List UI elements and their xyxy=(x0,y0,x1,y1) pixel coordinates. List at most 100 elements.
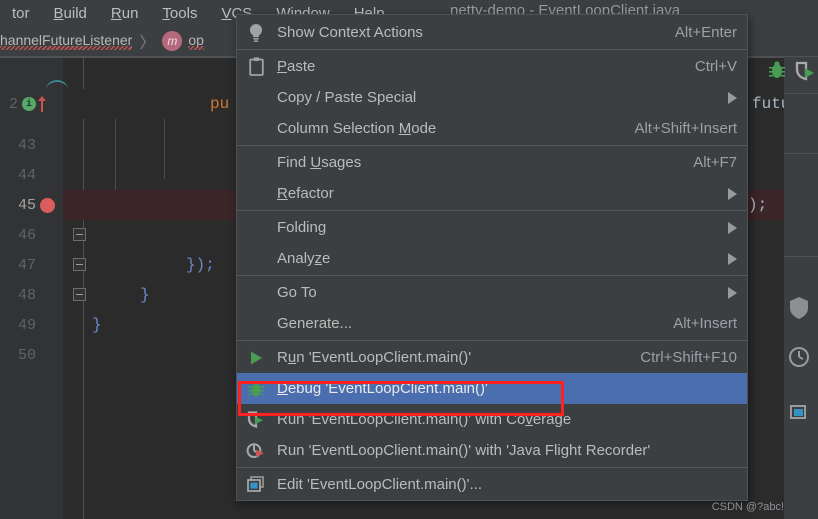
code-line-45-tail: ); xyxy=(748,196,768,214)
menu-label-column-selection-mode: Column Selection Mode xyxy=(277,120,437,137)
line-number-47: 47 xyxy=(17,256,36,274)
line-number-44: 44 xyxy=(17,166,36,184)
menu-run-with-coverage[interactable]: Run 'EventLoopClient.main()' with Covera… xyxy=(237,404,747,435)
no-icon-placeholder xyxy=(243,87,269,109)
menu-column-selection-mode[interactable]: Column Selection Mode Alt+Shift+Insert xyxy=(237,113,747,144)
menu-label-go-to: Go To xyxy=(277,284,317,301)
menu-item-tor[interactable]: tor xyxy=(0,5,42,22)
rail-edit-config-icon[interactable] xyxy=(788,401,814,427)
profiler-icon xyxy=(243,440,269,462)
gutter-line-43: 43 xyxy=(0,130,63,160)
chevron-right-icon-4 xyxy=(728,252,737,265)
menu-show-context-actions[interactable]: Show Context Actions Alt+Enter xyxy=(237,17,747,48)
no-icon-placeholder-2 xyxy=(243,118,269,140)
breadcrumb-method[interactable]: op xyxy=(188,32,204,50)
menu-edit-configuration[interactable]: Edit 'EventLoopClient.main()'... xyxy=(237,469,747,500)
code-header-line-number: 2 xyxy=(8,95,18,113)
rail-debug-icon[interactable] xyxy=(768,60,794,86)
menu-item-tools[interactable]: Tools xyxy=(150,5,209,22)
fold-marker-47-icon[interactable] xyxy=(73,258,86,271)
fold-marker-46-icon[interactable] xyxy=(73,228,86,241)
menu-folding[interactable]: Folding xyxy=(237,212,747,243)
gutter-line-44: 44 xyxy=(0,160,63,190)
code-line-47: }); xyxy=(186,256,215,274)
line-number-50: 50 xyxy=(17,346,36,364)
menu-label-folding: Folding xyxy=(277,219,327,236)
breadcrumb-class[interactable]: hannelFutureListener xyxy=(0,32,133,50)
rail-profiler-icon[interactable] xyxy=(788,346,814,372)
menu-label-edit-configuration: Edit 'EventLoopClient.main()'... xyxy=(277,476,482,493)
code-keyword-fragment: pu xyxy=(210,95,230,113)
indent-guide-2 xyxy=(164,119,165,179)
menu-label-copy-paste-special: Copy / Paste Special xyxy=(277,89,417,106)
gutter-line-47: 47 xyxy=(0,250,63,280)
clipboard-icon xyxy=(243,56,269,78)
spellcheck-squiggle-2 xyxy=(188,46,204,50)
menu-shortcut-paste: Ctrl+V xyxy=(694,58,737,75)
menu-label-generate: Generate... xyxy=(277,315,353,332)
spellcheck-squiggle xyxy=(0,46,133,50)
menu-generate[interactable]: Generate... Alt+Insert xyxy=(237,308,747,339)
breakpoint-icon[interactable] xyxy=(40,198,55,213)
menu-find-usages[interactable]: Find Usages Alt+F7 xyxy=(237,147,747,178)
menu-label-show-context-actions: Show Context Actions xyxy=(277,24,423,41)
lightbulb-icon xyxy=(243,22,269,44)
menu-copy-paste-special[interactable]: Copy / Paste Special xyxy=(237,82,747,113)
menu-label-analyze: Analyze xyxy=(277,250,331,267)
line-number-46: 46 xyxy=(17,226,36,244)
menu-paste[interactable]: Paste Ctrl+V xyxy=(237,51,747,82)
chevron-right-icon-5 xyxy=(728,286,737,299)
menu-shortcut-run-main: Ctrl+Shift+F10 xyxy=(640,349,737,366)
menu-separator-3 xyxy=(237,210,747,211)
menu-label-find-usages: Find Usages xyxy=(277,154,362,171)
rail-shield-icon[interactable] xyxy=(788,296,814,322)
gutter-line-48: 48 xyxy=(0,280,63,310)
gutter-line-49: 49 xyxy=(0,310,63,340)
rail-coverage-icon[interactable] xyxy=(794,61,818,87)
no-icon-placeholder-4 xyxy=(243,183,269,205)
no-icon-placeholder-5 xyxy=(243,217,269,239)
coverage-icon xyxy=(243,409,269,431)
menu-label-run-with-coverage: Run 'EventLoopClient.main()' with Covera… xyxy=(277,411,572,428)
line-number-43: 43 xyxy=(17,136,36,154)
breadcrumb-separator-icon: 〉 xyxy=(139,35,156,52)
gutter-line-50: 50 xyxy=(0,340,63,370)
code-line-49: } xyxy=(92,316,102,334)
chevron-right-icon-3 xyxy=(728,221,737,234)
no-icon-placeholder-6 xyxy=(243,248,269,270)
fold-marker-48-icon[interactable] xyxy=(73,288,86,301)
no-icon-placeholder-7 xyxy=(243,282,269,304)
menu-debug-main[interactable]: Debug 'EventLoopClient.main()' xyxy=(237,373,747,404)
menu-refactor[interactable]: Refactor xyxy=(237,178,747,209)
menu-item-build[interactable]: Build xyxy=(42,5,99,22)
menu-run-main[interactable]: Run 'EventLoopClient.main()' Ctrl+Shift+… xyxy=(237,342,747,373)
line-number-49: 49 xyxy=(17,316,36,334)
menu-label-paste: Paste xyxy=(277,58,316,75)
menu-separator-4 xyxy=(237,275,747,276)
no-icon-placeholder-8 xyxy=(243,313,269,335)
menu-separator-6 xyxy=(237,467,747,468)
method-icon: m xyxy=(162,31,183,51)
menu-analyze[interactable]: Analyze xyxy=(237,243,747,274)
up-arrow-icon xyxy=(37,96,47,112)
menu-go-to[interactable]: Go To xyxy=(237,277,747,308)
code-line-48: } xyxy=(140,286,150,304)
run-icon xyxy=(243,347,269,369)
menu-label-run-with-jfr: Run 'EventLoopClient.main()' with 'Java … xyxy=(277,442,651,459)
chevron-right-icon xyxy=(728,91,737,104)
no-icon-placeholder-3 xyxy=(243,152,269,174)
menu-shortcut-show-context-actions: Alt+Enter xyxy=(674,24,737,41)
run-gutter-icon[interactable]: i xyxy=(22,97,36,111)
menu-separator-5 xyxy=(237,340,747,341)
menu-separator-1 xyxy=(237,49,747,50)
menu-item-run[interactable]: Run xyxy=(99,5,151,22)
editor-context-menu[interactable]: Show Context Actions Alt+Enter Paste Ctr… xyxy=(236,14,748,501)
menu-shortcut-column-selection-mode: Alt+Shift+Insert xyxy=(634,120,737,137)
menu-label-debug-main: Debug 'EventLoopClient.main()' xyxy=(277,380,488,397)
gutter-line-46: 46 xyxy=(0,220,63,250)
menu-shortcut-generate: Alt+Insert xyxy=(673,315,737,332)
right-tool-rail[interactable] xyxy=(769,56,818,519)
menu-run-with-jfr[interactable]: Run 'EventLoopClient.main()' with 'Java … xyxy=(237,435,747,466)
line-number-48: 48 xyxy=(17,286,36,304)
menu-separator-2 xyxy=(237,145,747,146)
